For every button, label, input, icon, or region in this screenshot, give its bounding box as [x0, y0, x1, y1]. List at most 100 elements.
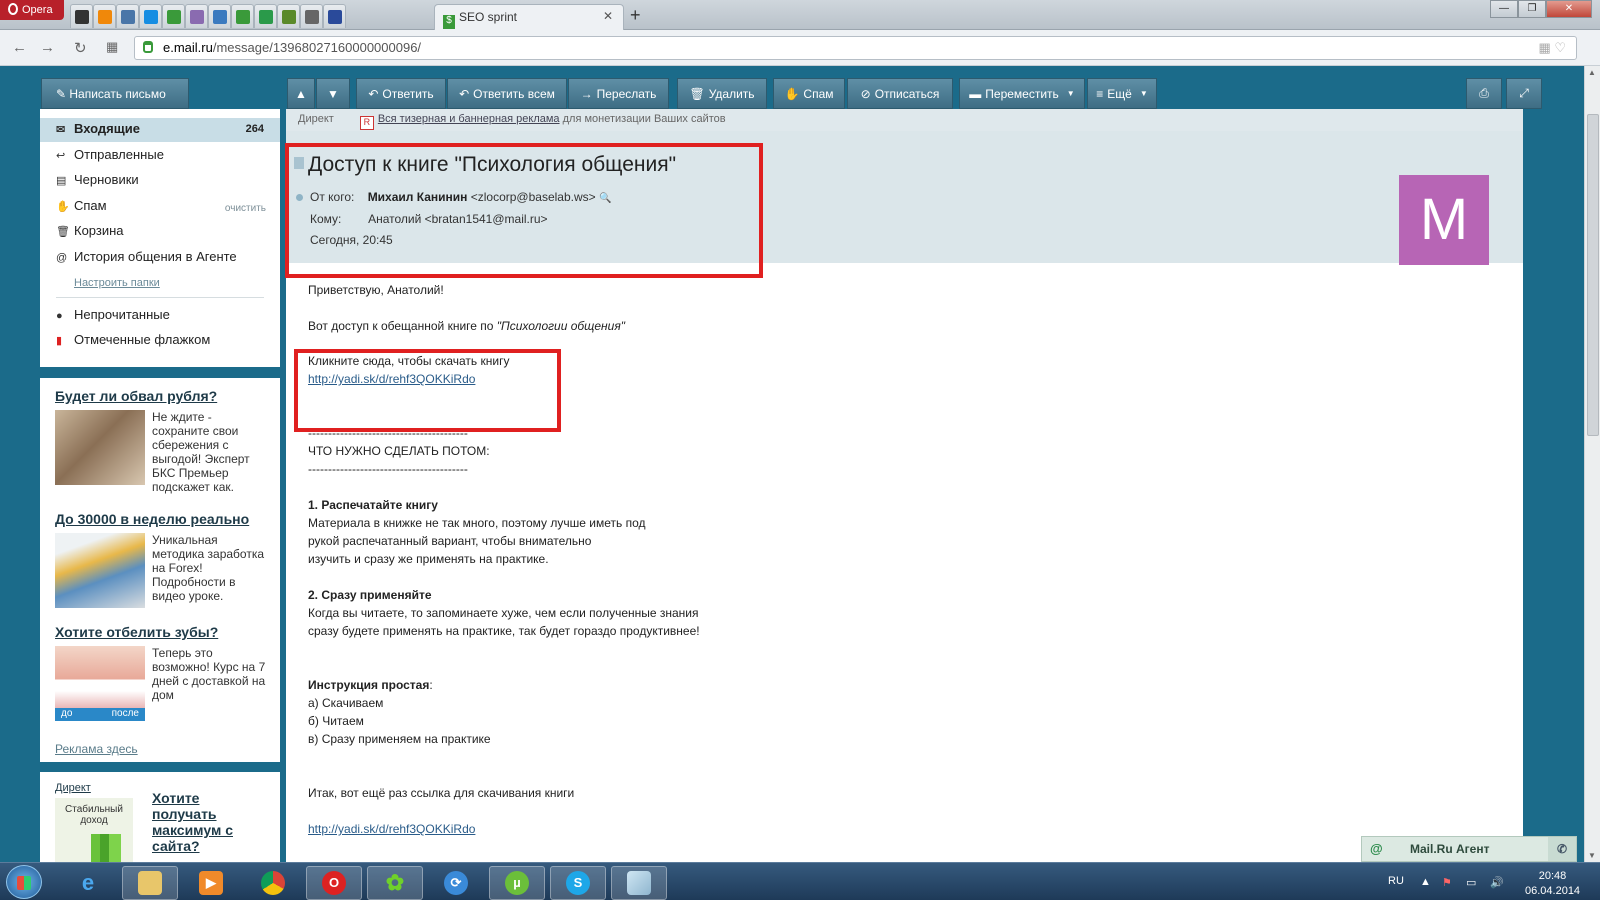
new-tab-button[interactable]: +: [630, 5, 641, 26]
ad-strip-link[interactable]: Вся тизерная и баннерная реклама: [378, 113, 560, 125]
filter-flagged[interactable]: ▮ Отмеченные флажком: [56, 332, 210, 347]
pinned-tab[interactable]: [208, 4, 231, 28]
direct-ad[interactable]: Директ Стабильный доход Хотите получать …: [40, 772, 280, 862]
direct-title[interactable]: Хотите получать максимум с сайта?: [152, 790, 252, 854]
taskbar-media[interactable]: ▶: [183, 866, 239, 900]
ad-title[interactable]: Будет ли обвал рубля?: [55, 388, 271, 404]
folder-list: ✉ Входящие 264 ↩ Отправленные ▤ Черновики ✋…: [40, 109, 280, 367]
start-button[interactable]: [6, 865, 42, 899]
teeth-image: до после: [55, 646, 145, 721]
pinned-tab[interactable]: [277, 4, 300, 28]
ad-item[interactable]: Хотите отбелить зубы? до после Теперь это…: [55, 624, 271, 721]
mailru-at-icon: [143, 9, 158, 24]
intro-line: Вот доступ к обещанной книге по "Психоло…: [308, 319, 625, 333]
taskbar-opera[interactable]: O: [306, 866, 362, 900]
block-icon: ⊘: [860, 86, 871, 101]
pinned-tab[interactable]: [139, 4, 162, 28]
configure-folders-link[interactable]: Настроить папки: [74, 277, 160, 289]
reply-button[interactable]: ↶ Ответить: [356, 78, 446, 109]
folder-spam[interactable]: ✋ Спам: [56, 198, 107, 213]
taskbar-explorer[interactable]: [122, 866, 178, 900]
pinned-tab[interactable]: [70, 4, 93, 28]
pinned-tab[interactable]: [300, 4, 323, 28]
bookmark-heart-icon[interactable]: ▦ ♡: [1538, 40, 1566, 56]
download-link-repeat[interactable]: http://yadi.sk/d/rehf3QOKKiRdo: [308, 822, 475, 836]
taskbar-utorrent[interactable]: µ: [489, 866, 545, 900]
ad-item[interactable]: До 30000 в неделю реально Уникальная мет…: [55, 511, 271, 608]
system-clock[interactable]: 20:48 06.04.2014: [1525, 869, 1580, 899]
folder-trash[interactable]: 🗑 Корзина: [56, 223, 124, 238]
back-icon[interactable]: ←: [12, 39, 27, 56]
minimize-button[interactable]: —: [1490, 0, 1518, 18]
ad-title[interactable]: До 30000 в неделю реально: [55, 511, 271, 527]
taskbar-update[interactable]: ⟳: [428, 866, 484, 900]
down-arrow-icon: ▼: [327, 86, 339, 101]
action-center-flag-icon[interactable]: ⚑: [1442, 876, 1452, 889]
prev-message-button[interactable]: ▲: [287, 78, 315, 109]
scroll-up-icon[interactable]: ▲: [1588, 68, 1596, 77]
highlight-box-header: [285, 143, 763, 278]
mail-envelope-icon: [166, 9, 181, 24]
pinned-tab[interactable]: [231, 4, 254, 28]
next-message-button[interactable]: ▼: [316, 78, 350, 109]
speed-icon: [304, 9, 319, 24]
speed-dial-icon[interactable]: ▦: [106, 39, 118, 55]
show-hidden-icons[interactable]: ▲: [1420, 876, 1431, 888]
compose-button[interactable]: ✎ Написать письмо: [41, 78, 189, 109]
print-button[interactable]: ⎙: [1466, 78, 1502, 109]
eye-icon: [189, 9, 204, 24]
inbox-count: 264: [245, 123, 264, 135]
taskbar-ie[interactable]: e: [60, 866, 116, 900]
close-tab-icon[interactable]: ✕: [603, 9, 613, 23]
ad-item[interactable]: Будет ли обвал рубля? Не ждите - сохрани…: [55, 388, 271, 494]
clear-spam-link[interactable]: очистить: [225, 203, 266, 214]
pinned-tab[interactable]: [323, 4, 346, 28]
skype-icon: S: [566, 871, 590, 895]
filter-unread[interactable]: ● Непрочитанные: [56, 307, 170, 322]
url-field[interactable]: e.mail.ru/message/13968027160000000096/ …: [134, 36, 1577, 60]
folder-agent-history[interactable]: @ История общения в Агенте: [56, 249, 237, 264]
network-icon[interactable]: ▭: [1466, 876, 1476, 889]
pinned-tab[interactable]: [185, 4, 208, 28]
pinned-tab[interactable]: [93, 4, 116, 28]
opera-menu-button[interactable]: Opera: [0, 0, 64, 20]
forward-button[interactable]: → Переслать: [568, 78, 669, 109]
taskbar-notepad[interactable]: [611, 866, 667, 900]
language-indicator[interactable]: RU: [1388, 875, 1404, 887]
reload-icon[interactable]: ↻: [74, 39, 87, 57]
reply-all-button[interactable]: ↶ Ответить всем: [447, 78, 567, 109]
globe-update-icon: ⟳: [444, 871, 468, 895]
seo-sprint-icon: [235, 9, 250, 24]
folder-icon: ▬: [969, 86, 982, 101]
delete-button[interactable]: 🗑 Удалить: [677, 78, 767, 109]
folder-sent[interactable]: ↩ Отправленные: [56, 147, 164, 162]
phone-icon[interactable]: ✆: [1548, 837, 1576, 861]
taskbar-chrome[interactable]: [245, 866, 301, 900]
pinned-tab[interactable]: [254, 4, 277, 28]
active-tab[interactable]: $ SEO sprint ✕: [434, 4, 624, 30]
volume-icon[interactable]: 🔊: [1490, 876, 1504, 889]
more-button[interactable]: ≡ Ещё ▼: [1087, 78, 1157, 109]
trash-icon: 🗑: [689, 86, 705, 101]
trash-icon: 🗑: [56, 226, 70, 238]
maximize-button[interactable]: ❐: [1518, 0, 1546, 18]
advertise-here-link[interactable]: Реклама здесь: [55, 742, 138, 756]
expand-button[interactable]: ⤢: [1506, 78, 1542, 109]
pinned-tab[interactable]: [162, 4, 185, 28]
unsubscribe-button[interactable]: ⊘ Отписаться: [847, 78, 953, 109]
spam-button[interactable]: ✋ Спам: [773, 78, 845, 109]
folder-inbox[interactable]: ✉ Входящие: [56, 121, 140, 136]
ad-title[interactable]: Хотите отбелить зубы?: [55, 624, 271, 640]
direct-label[interactable]: Директ: [55, 782, 91, 794]
scrollbar-thumb[interactable]: [1587, 114, 1599, 436]
forward-icon[interactable]: →: [40, 39, 55, 56]
scroll-down-icon[interactable]: ▼: [1588, 851, 1596, 860]
taskbar-skype[interactable]: S: [550, 866, 606, 900]
taskbar-icq[interactable]: ✿: [367, 866, 423, 900]
pinned-tab[interactable]: [116, 4, 139, 28]
page-scrollbar[interactable]: ▲ ▼: [1584, 66, 1600, 862]
close-window-button[interactable]: ✕: [1546, 0, 1592, 18]
move-button[interactable]: ▬ Переместить ▼: [959, 78, 1085, 109]
folder-drafts[interactable]: ▤ Черновики: [56, 172, 139, 187]
mailru-agent-bar[interactable]: @ Mail.Ru Агент ✆: [1361, 836, 1577, 862]
